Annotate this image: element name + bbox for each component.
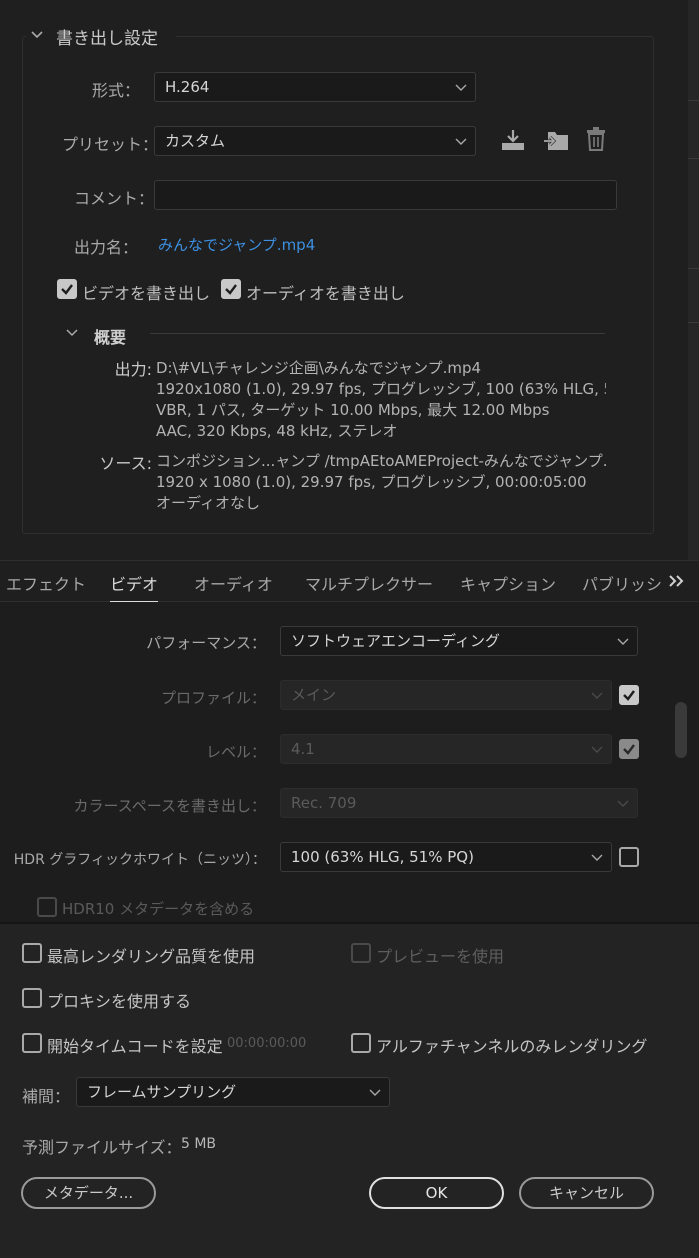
- preset-label: プリセット：: [62, 135, 159, 154]
- interpolation-label: 補間：: [22, 1087, 71, 1106]
- double-chevron-right-icon[interactable]: [668, 574, 686, 588]
- hdr-dropdown[interactable]: 100 (63% HLG, 51% PQ): [280, 842, 612, 872]
- chevron-down-icon: [591, 854, 603, 861]
- max-quality-checkbox[interactable]: [22, 943, 42, 963]
- ok-button[interactable]: OK: [369, 1177, 504, 1209]
- format-dropdown[interactable]: H.264: [154, 72, 476, 102]
- interpolation-value: フレームサンプリング: [87, 1083, 237, 1101]
- metadata-button[interactable]: メタデータ...: [21, 1177, 156, 1209]
- chevron-down-icon: [617, 800, 629, 807]
- summary-source-line: オーディオなし: [156, 494, 260, 512]
- chevron-down-icon[interactable]: [66, 327, 78, 339]
- chevron-down-icon[interactable]: [30, 28, 44, 42]
- format-value: H.264: [165, 78, 210, 96]
- delete-preset-icon[interactable]: [585, 126, 607, 152]
- settings-tab-bar: エフェクト ビデオ オーディオ マルチプレクサー キャプション パブリッシュ: [0, 560, 699, 603]
- comment-label: コメント：: [74, 189, 155, 208]
- hdr-value: 100 (63% HLG, 51% PQ): [291, 848, 474, 866]
- max-quality-label: 最高レンダリング品質を使用: [47, 947, 256, 966]
- comment-field[interactable]: [154, 180, 617, 210]
- tab-effects[interactable]: エフェクト: [6, 571, 86, 595]
- preview-checkbox: [351, 943, 371, 963]
- summary-source-key: ソース:: [99, 454, 152, 473]
- profile-label: プロファイル：: [160, 689, 266, 707]
- level-label: レベル：: [205, 743, 266, 761]
- hdr-checkbox[interactable]: [619, 847, 639, 867]
- chevron-down-icon: [591, 746, 603, 753]
- summary-output-line: AAC, 320 Kbps, 48 kHz, ステレオ: [156, 422, 398, 440]
- chevron-down-icon: [369, 1089, 381, 1096]
- preview-label: プレビューを使用: [376, 947, 505, 966]
- output-name-label: 出力名：: [74, 238, 139, 257]
- performance-value: ソフトウェアエンコーディング: [291, 632, 500, 650]
- preset-value: カスタム: [165, 132, 226, 150]
- summary-source-line: 1920 x 1080 (1.0), 29.97 fps, プログレッシブ, 0…: [156, 473, 587, 491]
- tab-multiplexer[interactable]: マルチプレクサー: [305, 571, 433, 595]
- tab-captions[interactable]: キャプション: [460, 571, 556, 595]
- alpha-only-label: アルファチャンネルのみレンダリング: [376, 1037, 648, 1056]
- profile-value: メイン: [291, 686, 337, 704]
- colorspace-label: カラースペースを書き出し：: [73, 797, 266, 815]
- summary-source-line: コンポジション...ャンプ /tmpAEtoAMEProject-みんなでジャン…: [156, 452, 608, 470]
- performance-label: パフォーマンス：: [146, 634, 266, 652]
- level-dropdown: 4.1: [280, 734, 612, 764]
- tab-audio[interactable]: オーディオ: [194, 571, 273, 595]
- alpha-only-checkbox[interactable]: [351, 1033, 371, 1053]
- summary-output-key: 出力:: [114, 360, 152, 379]
- interpolation-dropdown[interactable]: フレームサンプリング: [76, 1077, 390, 1107]
- start-timecode-checkbox[interactable]: [22, 1033, 42, 1053]
- format-label: 形式：: [92, 81, 141, 100]
- profile-checkbox[interactable]: [619, 685, 639, 705]
- estimated-size-value: 5 MB: [181, 1136, 217, 1152]
- colorspace-value: Rec. 709: [291, 794, 357, 812]
- export-audio-checkbox[interactable]: [221, 279, 241, 299]
- start-timecode-label: 開始タイムコードを設定: [47, 1037, 223, 1056]
- chevron-down-icon: [455, 84, 467, 91]
- cancel-button[interactable]: キャンセル: [519, 1177, 654, 1209]
- side-panel-edge: [688, 0, 699, 560]
- summary-divider: [150, 333, 605, 334]
- import-preset-icon[interactable]: [542, 127, 570, 153]
- hdr10-checkbox: [37, 897, 57, 917]
- export-video-checkbox[interactable]: [57, 279, 77, 299]
- tab-video[interactable]: ビデオ: [110, 571, 159, 603]
- profile-dropdown: メイン: [280, 680, 612, 710]
- tab-publish[interactable]: パブリッシュ: [582, 571, 662, 595]
- summary-output-line: D:\#VL\チャレンジ企画\みんなでジャンプ.mp4: [156, 359, 482, 377]
- hdr10-label: HDR10 メタデータを含める: [62, 900, 255, 918]
- colorspace-dropdown: Rec. 709: [280, 788, 638, 818]
- section-title: 書き出し設定: [56, 29, 158, 49]
- chevron-down-icon: [617, 638, 629, 645]
- export-video-label: ビデオを書き出し: [82, 284, 211, 303]
- chevron-down-icon: [455, 138, 467, 145]
- summary-output-line: 1920x1080 (1.0), 29.97 fps, プログレッシブ, 100…: [156, 380, 606, 398]
- chevron-down-icon: [591, 692, 603, 699]
- summary-output-line: VBR, 1 パス, ターゲット 10.00 Mbps, 最大 12.00 Mb…: [156, 401, 550, 419]
- output-name-link[interactable]: みんなでジャンプ.mp4: [158, 234, 315, 255]
- level-value: 4.1: [291, 740, 315, 758]
- video-scrollbar[interactable]: [675, 702, 687, 758]
- level-checkbox: [619, 739, 639, 759]
- estimated-size-label: 予測ファイルサイズ：: [22, 1138, 182, 1157]
- save-preset-icon[interactable]: [500, 127, 526, 153]
- start-timecode-value: 00:00:00:00: [227, 1036, 307, 1051]
- proxy-label: プロキシを使用する: [47, 992, 192, 1011]
- proxy-checkbox[interactable]: [22, 988, 42, 1008]
- hdr-label: HDR グラフィックホワイト（ニッツ）：: [13, 852, 266, 868]
- export-settings-panel: 書き出し設定 形式： H.264 プリセット： カスタム コメント： 出力名： …: [0, 0, 699, 560]
- performance-dropdown[interactable]: ソフトウェアエンコーディング: [280, 626, 638, 656]
- summary-title: 概要: [94, 328, 127, 347]
- export-audio-label: オーディオを書き出し: [246, 284, 405, 303]
- preset-dropdown[interactable]: カスタム: [154, 126, 476, 156]
